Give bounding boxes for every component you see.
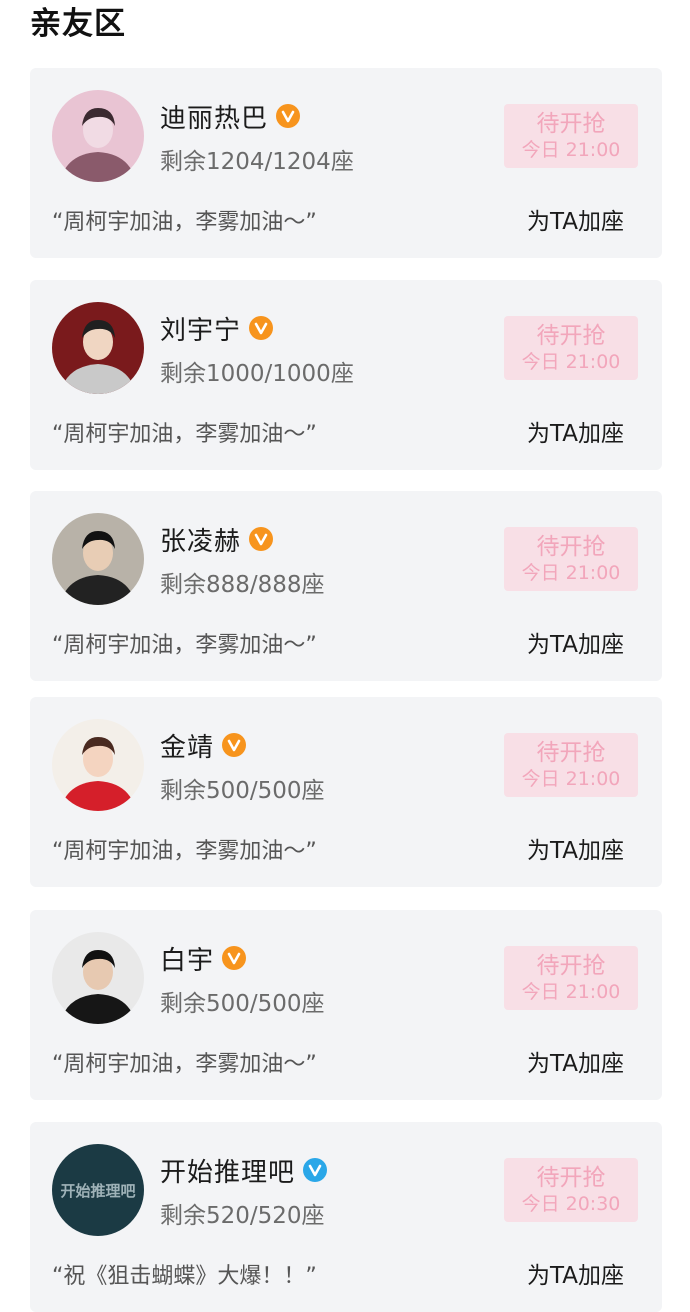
remaining-seats: 剩余500/500座 [160,778,325,804]
friend-card: 金靖 剩余500/500座 待开抢 今日 21:00 “周柯宇加油，李雾加油～”… [30,697,662,887]
remaining-seats: 剩余888/888座 [160,572,325,598]
section-title: 亲友区 [30,6,126,42]
remaining-seats: 剩余1204/1204座 [160,149,354,175]
grab-button-label: 待开抢 [536,740,606,766]
remaining-seats: 剩余500/500座 [160,991,325,1017]
grab-seat-button[interactable]: 待开抢 今日 21:00 [504,946,638,1010]
grab-button-time: 今日 21:00 [521,981,621,1003]
avatar[interactable] [52,719,144,811]
add-seat-link[interactable]: 为TA加座 [527,625,624,659]
remaining-seats: 剩余1000/1000座 [160,361,354,387]
name-row: 白宇 [160,940,247,977]
avatar-logo-text: 开始推理吧 [60,1182,135,1200]
friend-card: 白宇 剩余500/500座 待开抢 今日 21:00 “周柯宇加油，李雾加油～”… [30,910,662,1100]
avatar[interactable] [52,90,144,182]
grab-button-time: 今日 21:00 [521,768,621,790]
add-seat-link[interactable]: 为TA加座 [527,1044,624,1078]
support-message: “祝《狙击蝴蝶》大爆！！” [52,1264,317,1289]
friend-name[interactable]: 开始推理吧 [160,1152,295,1189]
friend-name[interactable]: 刘宇宁 [160,310,241,347]
support-message: “周柯宇加油，李雾加油～” [52,210,317,235]
grab-button-label: 待开抢 [536,534,606,560]
verified-badge-icon [249,316,274,340]
add-seat-link[interactable]: 为TA加座 [527,414,624,448]
friend-name[interactable]: 张凌赫 [160,521,241,558]
grab-seat-button[interactable]: 待开抢 今日 21:00 [504,316,638,380]
support-message: “周柯宇加油，李雾加油～” [52,422,317,447]
grab-seat-button[interactable]: 待开抢 今日 21:00 [504,527,638,591]
friend-name[interactable]: 白宇 [160,940,214,977]
grab-button-label: 待开抢 [536,953,606,979]
support-message: “周柯宇加油，李雾加油～” [52,839,317,864]
avatar[interactable] [52,302,144,394]
grab-seat-button[interactable]: 待开抢 今日 21:00 [504,104,638,168]
add-seat-link[interactable]: 为TA加座 [527,202,624,236]
friend-name[interactable]: 迪丽热巴 [160,98,268,135]
grab-seat-button[interactable]: 待开抢 今日 21:00 [504,733,638,797]
friend-card: 迪丽热巴 剩余1204/1204座 待开抢 今日 21:00 “周柯宇加油，李雾… [30,68,662,258]
support-message: “周柯宇加油，李雾加油～” [52,1052,317,1077]
grab-seat-button[interactable]: 待开抢 今日 20:30 [504,1158,638,1222]
add-seat-link[interactable]: 为TA加座 [527,1256,624,1290]
name-row: 刘宇宁 [160,310,274,347]
remaining-seats: 剩余520/520座 [160,1203,325,1229]
friend-card: 张凌赫 剩余888/888座 待开抢 今日 21:00 “周柯宇加油，李雾加油～… [30,491,662,681]
friend-card: 开始推理吧 开始推理吧 剩余520/520座 待开抢 今日 20:30 “祝《狙… [30,1122,662,1312]
name-row: 迪丽热巴 [160,98,301,135]
grab-button-label: 待开抢 [536,323,606,349]
grab-button-label: 待开抢 [536,1165,606,1191]
add-seat-link[interactable]: 为TA加座 [527,831,624,865]
verified-badge-icon [303,1158,328,1182]
friend-name[interactable]: 金靖 [160,727,214,764]
grab-button-time: 今日 20:30 [521,1193,621,1215]
verified-badge-icon [222,946,247,970]
avatar[interactable]: 开始推理吧 [52,1144,144,1236]
grab-button-label: 待开抢 [536,111,606,137]
avatar[interactable] [52,932,144,1024]
grab-button-time: 今日 21:00 [521,139,621,161]
name-row: 开始推理吧 [160,1152,328,1189]
verified-badge-icon [249,527,274,551]
friend-card: 刘宇宁 剩余1000/1000座 待开抢 今日 21:00 “周柯宇加油，李雾加… [30,280,662,470]
name-row: 张凌赫 [160,521,274,558]
avatar[interactable] [52,513,144,605]
grab-button-time: 今日 21:00 [521,351,621,373]
verified-badge-icon [276,104,301,128]
support-message: “周柯宇加油，李雾加油～” [52,633,317,658]
verified-badge-icon [222,733,247,757]
name-row: 金靖 [160,727,247,764]
grab-button-time: 今日 21:00 [521,562,621,584]
